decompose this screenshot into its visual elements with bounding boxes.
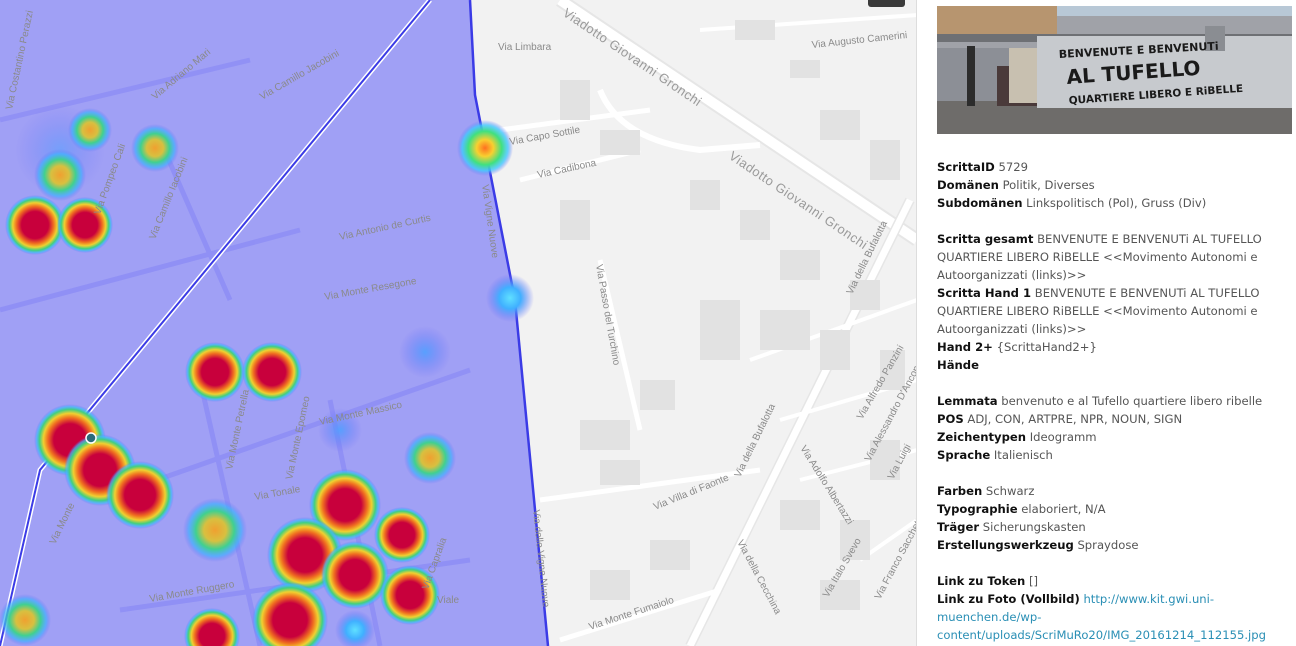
street-label: Via Monte Fumaiolo [588, 595, 676, 633]
map-view[interactable]: Via Costantino Perazzi Via Adriano Mari … [0, 0, 917, 646]
zeichentypen-row: Zeichentypen Ideogramm [937, 430, 1097, 444]
subdomaenen-row: Subdomänen Linkspolitisch (Pol), Gruss (… [937, 196, 1207, 210]
map-canvas[interactable]: Via Costantino Perazzi Via Adriano Mari … [0, 0, 917, 646]
scritta-gesamt-row: Scritta gesamt BENVENUTE E BENVENUTi AL … [937, 232, 1262, 282]
street-label: Via Cadibona [536, 158, 597, 181]
pos-row: POS ADJ, CON, ARTPRE, NPR, NOUN, SIGN [937, 412, 1183, 426]
street-label: Viale [437, 595, 459, 606]
street-label: Via della Bufalotta [733, 402, 778, 480]
street-label: Via Franco Sacchetti [873, 515, 917, 601]
werkzeug-row: Erstellungswerkzeug Spraydose [937, 538, 1139, 552]
scritta-hand1-row: Scritta Hand 1 BENVENUTE E BENVENUTi AL … [937, 286, 1260, 336]
scritta-info: ScrittaID 5729 Domänen Politik, Diverses… [937, 158, 1294, 644]
street-label: Via della Cecchina [734, 538, 783, 617]
domaenen-row: Domänen Politik, Diverses [937, 178, 1095, 192]
street-label: Via Augusto Camerini [811, 30, 908, 51]
hand2-row: Hand 2+ {ScrittaHand2+} [937, 340, 1097, 354]
traeger-row: Träger Sicherungskasten [937, 520, 1086, 534]
map-control-button[interactable] [868, 0, 905, 7]
scritta-id-row: ScrittaID 5729 [937, 160, 1028, 174]
lemmata-row: Lemmata benvenuto e al Tufello quartiere… [937, 394, 1263, 408]
haende-row: Hände [937, 358, 979, 372]
details-panel: BENVENUTE E BENVENUTi AL TUFELLO QUARTIE… [937, 0, 1296, 646]
selected-marker [85, 432, 97, 444]
graffiti-photo[interactable]: BENVENUTE E BENVENUTi AL TUFELLO QUARTIE… [937, 6, 1292, 134]
street-label: Via Limbara [498, 42, 552, 53]
link-foto-row: Link zu Foto (Vollbild) http://www.kit.g… [937, 592, 1266, 642]
farben-row: Farben Schwarz [937, 484, 1035, 498]
street-label: Via Passo del Turchino [593, 264, 622, 367]
link-token-row: Link zu Token [] [937, 574, 1038, 588]
typographie-row: Typographie elaboriert, N/A [937, 502, 1106, 516]
sprache-row: Sprache Italienisch [937, 448, 1053, 462]
